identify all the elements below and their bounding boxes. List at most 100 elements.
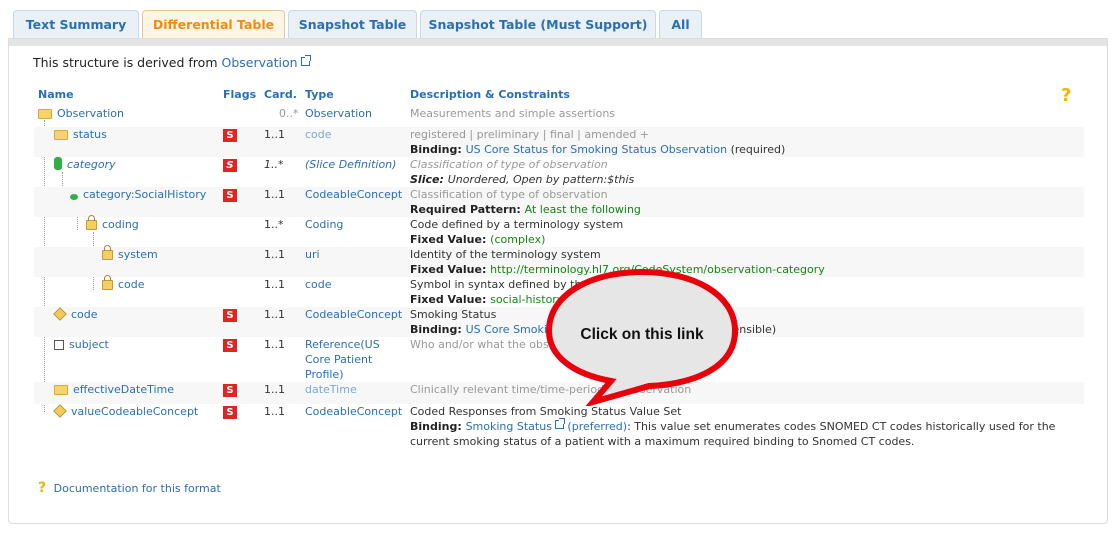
row-name-cell: category: [54, 157, 116, 172]
element-link-coding[interactable]: coding: [102, 218, 139, 231]
type-link[interactable]: Coding: [305, 218, 343, 231]
row-desc: Smoking Status: [410, 308, 497, 321]
must-support-flag: S: [223, 337, 237, 352]
row-card: 1..1: [264, 278, 285, 291]
row-name-cell: subject: [54, 337, 109, 352]
col-card-header: Card.: [264, 88, 297, 101]
slice-entry-icon: [70, 194, 78, 200]
row-card: 1..1: [264, 128, 285, 141]
pattern-value: At least the following: [524, 203, 641, 216]
type-link[interactable]: Observation: [305, 107, 372, 120]
flag-badge: S: [223, 159, 237, 172]
element-link-valuecodeableconcept[interactable]: valueCodeableConcept: [71, 405, 198, 418]
binding-label: Binding:: [410, 323, 466, 336]
external-link-icon: [300, 55, 311, 66]
element-link-effectivedatetime[interactable]: effectiveDateTime: [73, 383, 174, 396]
row-name-cell: effectiveDateTime: [54, 382, 174, 397]
element-link-category-socialhistory[interactable]: category:SocialHistory: [83, 188, 206, 201]
derived-prefix: This structure is derived from: [33, 55, 222, 70]
row-type[interactable]: Coding: [305, 217, 343, 232]
table-row: status S 1..1 code registered | prelimin…: [34, 127, 1084, 157]
tab-all[interactable]: All: [659, 10, 702, 38]
type-link[interactable]: (Slice Definition): [305, 158, 396, 171]
row-type[interactable]: CodeableConcept: [305, 307, 402, 322]
binding-description: : This value set enumerates codes SNOMED…: [627, 420, 1056, 433]
row-type[interactable]: (Slice Definition): [305, 157, 396, 172]
row-type[interactable]: Observation: [305, 106, 372, 121]
must-support-flag: S: [223, 127, 237, 142]
element-link-code[interactable]: code: [71, 308, 98, 321]
row-type[interactable]: code: [305, 277, 332, 292]
type-link[interactable]: CodeableConcept: [305, 188, 402, 201]
lock-icon: [102, 245, 113, 260]
tab-differential-table[interactable]: Differential Table: [142, 10, 285, 38]
must-support-flag: S: [223, 382, 237, 397]
slice-icon: [54, 157, 62, 170]
row-card: 1..*: [264, 218, 284, 231]
row-type[interactable]: uri: [305, 247, 320, 262]
row-name-cell: code: [102, 275, 145, 292]
type-link[interactable]: CodeableConcept: [305, 405, 402, 418]
row-type[interactable]: CodeableConcept: [305, 404, 402, 419]
row-name-cell: Observation: [38, 106, 124, 121]
row-card: 0..*: [279, 107, 299, 120]
row-binding-cont: current smoking status of a patient with…: [410, 435, 915, 448]
tab-snapshot-must-support[interactable]: Snapshot Table (Must Support): [420, 10, 656, 38]
table-row: valueCodeableConcept S 1..1 CodeableConc…: [34, 404, 1084, 452]
smoking-status-link[interactable]: Smoking Status: [466, 420, 552, 433]
binding-strength: (required): [727, 143, 786, 156]
lock-icon: [86, 215, 97, 230]
help-icon[interactable]: ?: [1061, 85, 1071, 106]
element-icon: [53, 307, 67, 321]
type-link[interactable]: Reference(US: [305, 338, 380, 351]
must-support-flag: S: [223, 307, 237, 322]
folder-icon: [54, 130, 68, 140]
type-link[interactable]: dateTime: [305, 383, 357, 396]
table-row: category S 1..* (Slice Definition) Class…: [34, 157, 1084, 187]
binding-label: Binding:: [410, 143, 466, 156]
row-type[interactable]: CodeableConcept: [305, 187, 402, 202]
external-link-icon: [554, 418, 565, 429]
slice-text: Unordered, Open by pattern:$this: [447, 173, 635, 186]
row-desc: Classification of type of observation: [410, 188, 608, 201]
row-fixed-value: Fixed Value: (complex): [410, 232, 545, 247]
type-link[interactable]: CodeableConcept: [305, 308, 402, 321]
element-link-observation[interactable]: Observation: [57, 107, 124, 120]
type-link[interactable]: Profile): [305, 368, 344, 381]
row-card: 1..1: [264, 248, 285, 261]
row-card: 1..1: [264, 338, 285, 351]
type-link[interactable]: uri: [305, 248, 320, 261]
element-link-system[interactable]: system: [118, 248, 158, 261]
tab-text-summary[interactable]: Text Summary: [13, 10, 139, 38]
row-desc: Identity of the terminology system: [410, 248, 601, 261]
type-link[interactable]: code: [305, 278, 332, 291]
row-desc: Code defined by a terminology system: [410, 218, 624, 231]
slice-label: Slice:: [410, 173, 448, 186]
row-type[interactable]: code: [305, 127, 332, 142]
row-binding: Binding: Smoking Status (preferred): Thi…: [410, 418, 1056, 434]
row-type[interactable]: Reference(US Core Patient Profile): [305, 337, 405, 382]
row-type[interactable]: dateTime: [305, 382, 357, 397]
binding-link[interactable]: US Core Status for Smoking Status Observ…: [466, 143, 728, 156]
row-card: 1..1: [264, 383, 285, 396]
documentation-link[interactable]: Documentation for this format: [54, 482, 221, 495]
fixed-label: Fixed Value:: [410, 293, 491, 306]
flag-badge: S: [223, 189, 237, 202]
row-name-cell: valueCodeableConcept: [53, 404, 198, 419]
row-card: 1..1: [264, 405, 285, 418]
type-link[interactable]: code: [305, 128, 332, 141]
element-link-category[interactable]: category: [67, 158, 116, 171]
element-link-status[interactable]: status: [73, 128, 107, 141]
col-flags-header: Flags: [223, 88, 257, 101]
lock-icon: [102, 275, 113, 290]
derived-from: This structure is derived from Observati…: [33, 55, 311, 70]
row-pattern: Required Pattern: At least the following: [410, 202, 641, 217]
binding-strength-link[interactable]: (preferred): [564, 420, 627, 433]
tab-snapshot-table[interactable]: Snapshot Table: [288, 10, 417, 38]
observation-link[interactable]: Observation: [221, 55, 297, 70]
fixed-label: Fixed Value:: [410, 263, 491, 276]
element-link-code[interactable]: code: [118, 278, 145, 291]
type-link[interactable]: Core Patient: [305, 353, 372, 366]
element-link-subject[interactable]: subject: [69, 338, 109, 351]
row-name-cell: code: [53, 307, 98, 322]
